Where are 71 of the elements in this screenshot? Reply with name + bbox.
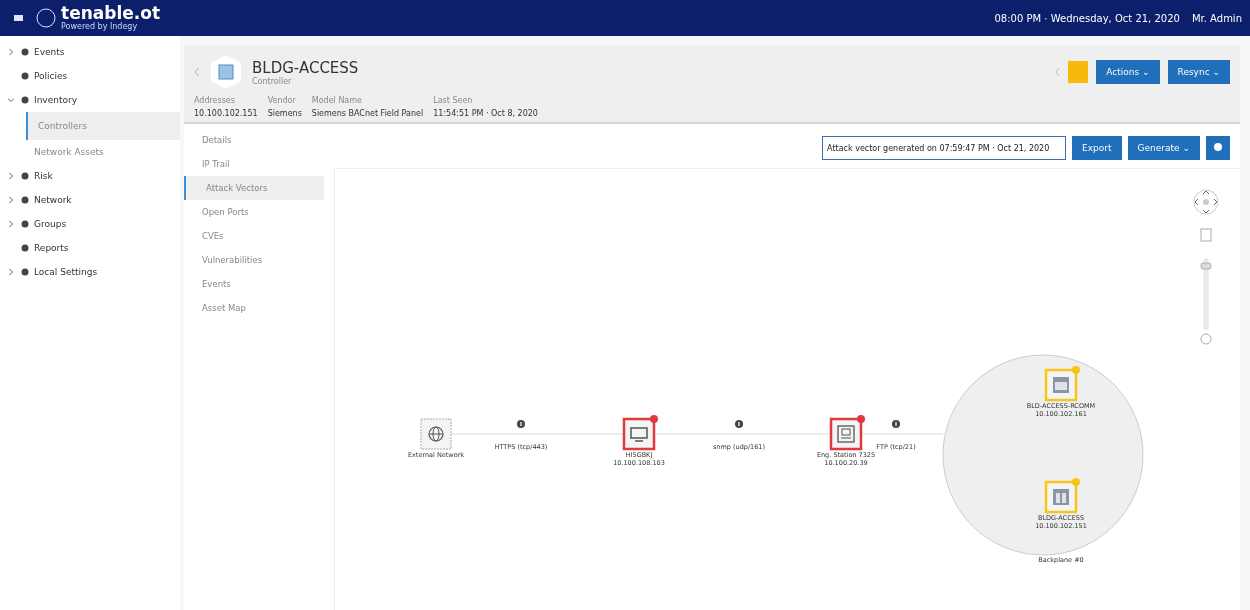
alert-badge[interactable] — [1068, 61, 1089, 83]
toolbar-button[interactable]: Export — [1072, 136, 1122, 160]
chevron-right-icon — [8, 48, 14, 55]
tab[interactable]: CVEs — [184, 224, 324, 248]
options-button[interactable] — [1206, 136, 1230, 160]
dropdown-button[interactable]: Actions ⌄ — [1096, 60, 1160, 84]
fit-view-icon[interactable] — [1200, 228, 1212, 242]
nav-icon — [21, 96, 29, 104]
field-label: Addresses — [194, 96, 236, 105]
nav-icon — [21, 196, 29, 204]
nav-item[interactable]: Events — [0, 40, 180, 64]
toolbar-button[interactable]: Generate ⌄ — [1127, 136, 1200, 160]
field-label: Model Name — [311, 96, 363, 105]
zoom-thumb[interactable] — [1200, 262, 1212, 270]
field-value: Siemens BACnet Field Panel — [311, 109, 424, 118]
tab[interactable]: Events — [184, 272, 324, 296]
nav-item[interactable]: Policies — [0, 64, 180, 88]
nav-item[interactable]: Network — [0, 188, 180, 212]
nav-icon — [21, 244, 29, 252]
nav-icon — [21, 220, 29, 228]
back-chevron-icon[interactable] — [194, 68, 200, 76]
tab[interactable]: Details — [184, 128, 324, 152]
nav-item[interactable]: Risk — [0, 164, 180, 188]
field-label: Vendor — [267, 96, 297, 105]
logo-tagline: Powered by Indegy — [61, 22, 139, 31]
asset-node[interactable] — [622, 415, 658, 451]
chevron-down-icon — [8, 96, 14, 103]
chevron-right-icon — [8, 172, 14, 179]
logo-text: tenable.ot — [61, 5, 161, 22]
zoom-out-icon[interactable] — [1200, 333, 1212, 345]
tab[interactable]: Vulnerabilities — [184, 248, 324, 272]
nav-icon — [21, 48, 29, 56]
tab[interactable]: Open Ports — [184, 200, 324, 224]
asset-node[interactable] — [829, 415, 865, 451]
nav-item[interactable]: Inventory — [0, 88, 180, 112]
asset-node[interactable] — [1044, 366, 1080, 402]
nav-subitem[interactable]: Network Assets — [0, 140, 180, 164]
field-value: Siemens — [267, 109, 302, 118]
dot-icon — [1214, 143, 1222, 151]
pan-control[interactable] — [1193, 189, 1219, 215]
nav-subitem[interactable]: Controllers — [26, 112, 180, 140]
nav-icon — [21, 72, 29, 80]
tab[interactable]: Attack Vectors — [184, 176, 324, 200]
tab[interactable]: IP Trail — [184, 152, 324, 176]
field-label: Last Seen — [433, 96, 474, 105]
nav-item[interactable]: Groups — [0, 212, 180, 236]
tab[interactable]: Asset Map — [184, 296, 324, 320]
asset-name: BLDG-ACCESS — [252, 58, 359, 77]
info-icon[interactable] — [517, 420, 525, 428]
nav-icon — [21, 172, 29, 180]
nav-icon — [21, 268, 29, 276]
asset-node[interactable] — [1044, 478, 1080, 514]
logo-ring-icon — [35, 7, 57, 29]
generated-field[interactable]: Attack vector generated on 07:59:47 PM · Oct 21, 2020 — [822, 136, 1067, 160]
chevron-right-icon — [8, 268, 14, 275]
field-value: 10.100.102.151 — [194, 109, 258, 118]
info-icon[interactable] — [735, 420, 743, 428]
dropdown-button[interactable]: Resync ⌄ — [1167, 60, 1230, 84]
user-menu[interactable]: Mr. Admin — [1191, 12, 1242, 24]
nav-item[interactable]: Local Settings — [0, 260, 180, 284]
nav-item[interactable]: Reports — [0, 236, 180, 260]
controller-icon — [208, 54, 244, 90]
asset-type: Controller — [252, 76, 293, 86]
collapse-chevron-icon[interactable] — [1055, 68, 1061, 76]
info-icon[interactable] — [892, 420, 900, 428]
asset-node[interactable] — [420, 418, 452, 450]
zoom-track[interactable] — [1203, 258, 1209, 330]
chevron-right-icon — [8, 220, 14, 227]
field-value: 11:54:51 PM · Oct 8, 2020 — [433, 109, 538, 118]
date-time: 08:00 PM · Wednesday, Oct 21, 2020 — [994, 12, 1180, 24]
chevron-right-icon — [8, 196, 14, 203]
